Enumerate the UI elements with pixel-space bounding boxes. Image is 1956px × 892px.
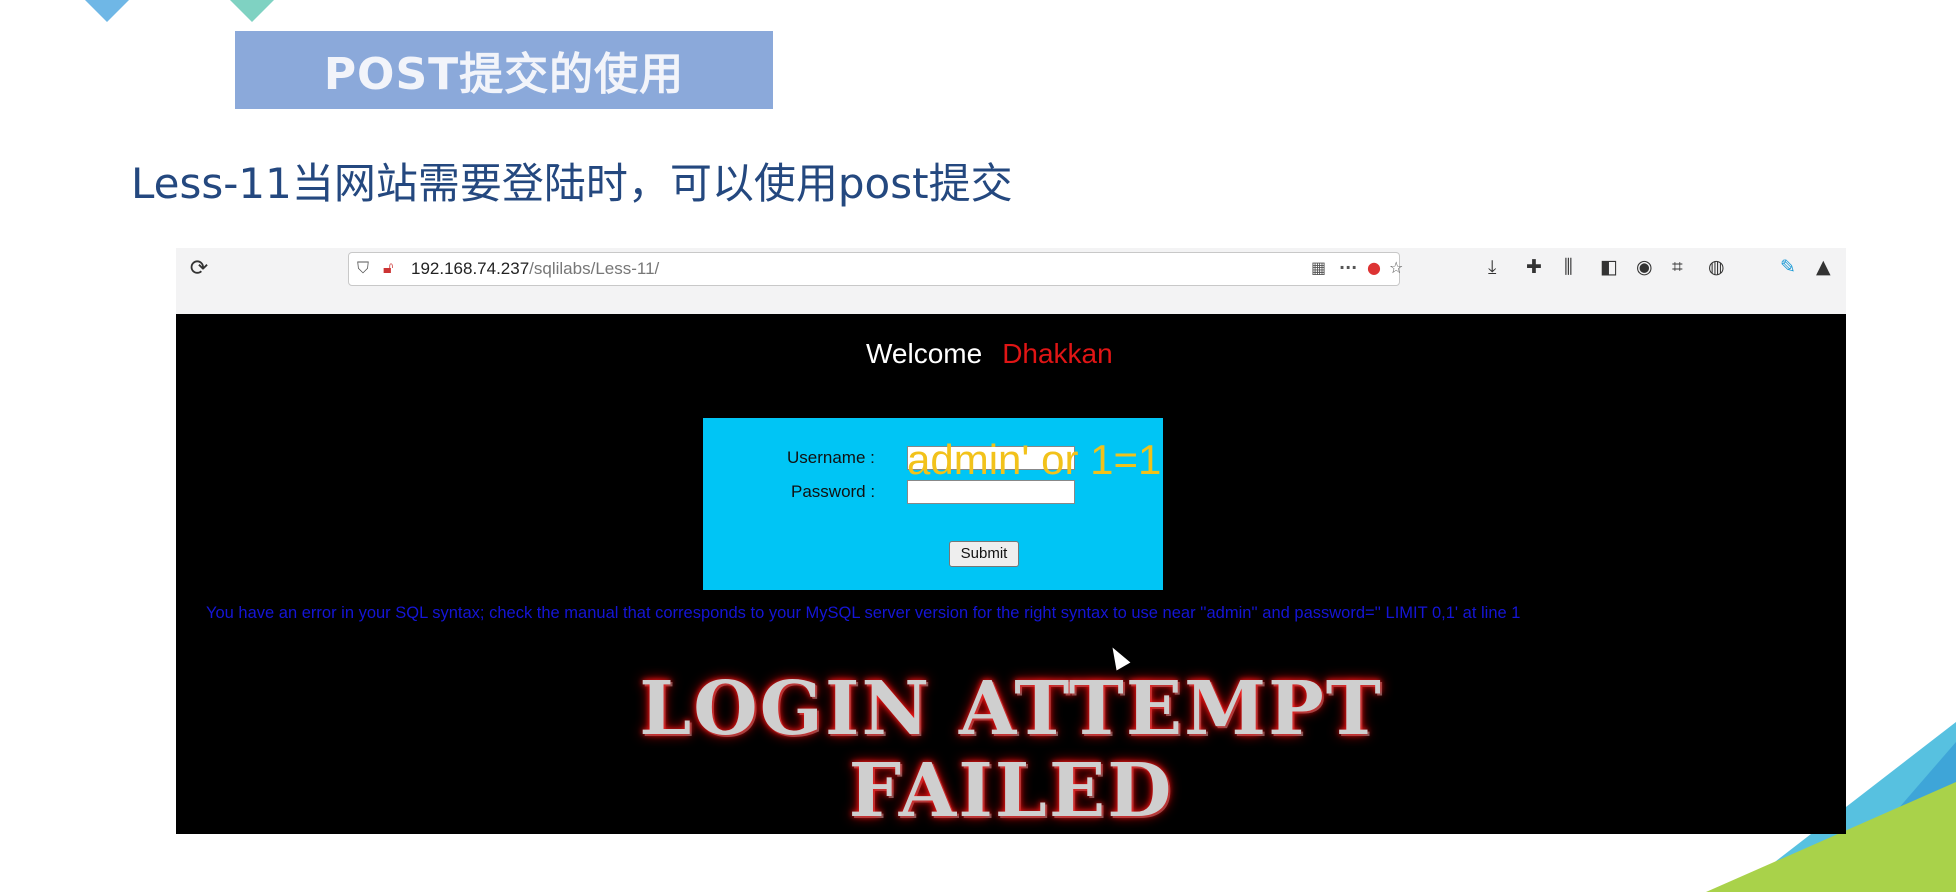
browser-screenshot: ⟳ ⛉ 🔓︎ 192.168.74.237/sqlilabs/Less-11/ … xyxy=(176,248,1846,834)
welcome-text: Welcome xyxy=(866,338,983,369)
qr-icon[interactable]: ▦ xyxy=(1311,257,1326,279)
decor-triangle xyxy=(230,0,274,22)
crop-icon[interactable]: ⌗ xyxy=(1672,256,1683,278)
star-icon[interactable]: ☆ xyxy=(1389,257,1403,279)
url-host: 192.168.74.237 xyxy=(411,259,530,278)
edit-icon[interactable]: ✎ xyxy=(1780,256,1796,278)
web-page: Welcome Dhakkan Username : Password : adm… xyxy=(176,314,1846,834)
url-path: /sqlilabs/Less-11/ xyxy=(529,259,660,278)
download-icon[interactable]: ⤓ xyxy=(1488,256,1496,278)
password-label: Password : xyxy=(791,482,876,501)
login-form: Username : Password : admin' or 1=1 Subm… xyxy=(703,418,1163,590)
reload-icon[interactable]: ⟳ xyxy=(186,256,212,282)
sidebar-icon[interactable]: ◧ xyxy=(1600,256,1618,278)
more-icon[interactable]: ··· xyxy=(1339,257,1357,279)
submit-button[interactable]: Submit xyxy=(949,541,1019,567)
welcome-heading: Welcome Dhakkan xyxy=(866,338,1113,370)
username-label: Username : xyxy=(787,448,875,467)
extensions-icon[interactable]: ✚ xyxy=(1526,256,1542,278)
decor-triangle xyxy=(85,0,129,22)
account-icon[interactable]: ◉ xyxy=(1636,256,1653,278)
library-icon[interactable]: ⫼ xyxy=(1564,256,1573,278)
sql-error-message: You have an error in your SQL syntax; ch… xyxy=(206,604,1521,622)
slide-title-box: POST提交的使用 xyxy=(235,31,773,109)
chat-icon[interactable]: ◍ xyxy=(1708,256,1725,278)
insecure-lock-icon[interactable]: 🔓︎ xyxy=(383,257,393,279)
slide-subtitle: Less-11当网站需要登陆时，可以使用post提交 xyxy=(131,159,1013,208)
slide-title: POST提交的使用 xyxy=(323,49,685,100)
address-bar[interactable]: ⛉ 🔓︎ 192.168.74.237/sqlilabs/Less-11/ ▦ … xyxy=(348,252,1403,286)
ublock-icon[interactable]: ● xyxy=(1367,257,1381,279)
up-icon[interactable]: ▲ xyxy=(1816,256,1831,278)
shield-icon[interactable]: ⛉ xyxy=(357,257,369,279)
login-failed-banner-line1: LOGIN ATTEMPT xyxy=(639,666,1383,752)
browser-toolbar: ⟳ ⛉ 🔓︎ 192.168.74.237/sqlilabs/Less-11/ … xyxy=(176,248,1846,314)
welcome-name: Dhakkan xyxy=(1002,338,1113,369)
login-failed-banner-line2: FAILED xyxy=(848,748,1174,834)
url-text[interactable]: 192.168.74.237/sqlilabs/Less-11/ xyxy=(411,258,659,280)
injected-username-text: admin' or 1=1 xyxy=(907,436,1162,483)
